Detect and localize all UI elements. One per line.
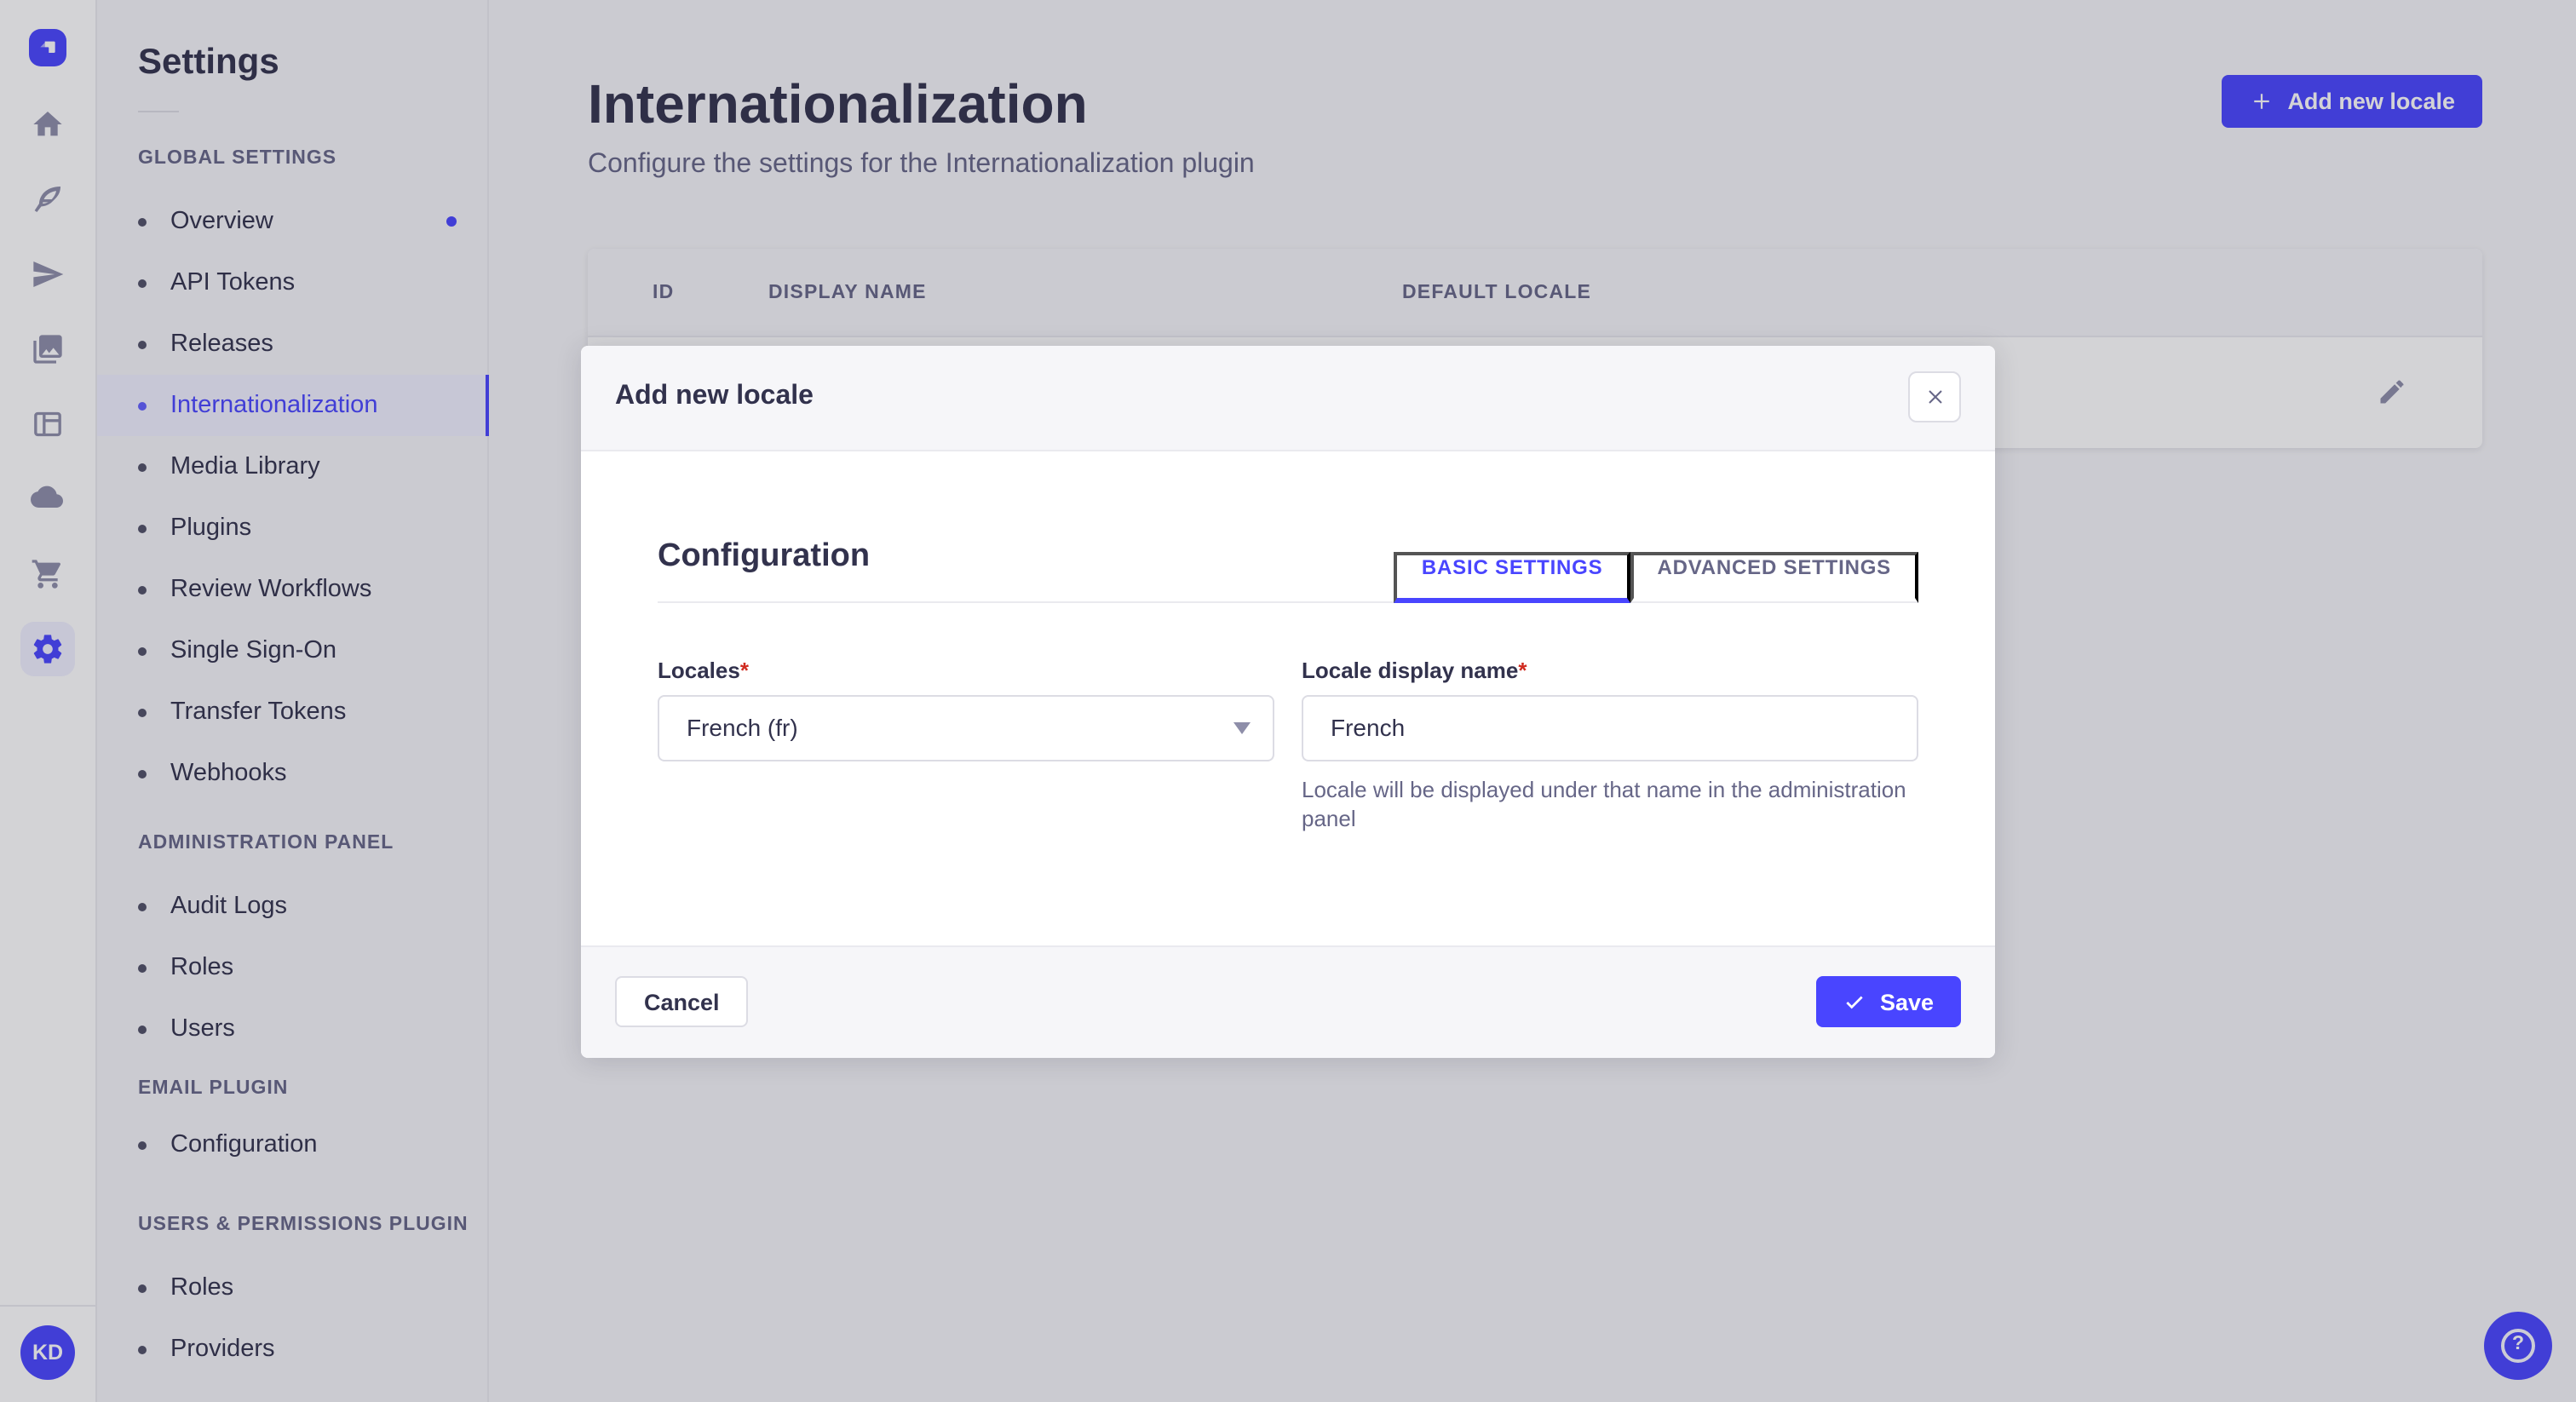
display-name-label: Locale display name* — [1302, 657, 1527, 682]
locales-label: Locales* — [658, 657, 749, 682]
modal-title: Add new locale — [615, 382, 814, 411]
locales-select-value: French (fr) — [687, 714, 798, 741]
modal-footer: Cancel Save — [581, 945, 1995, 1057]
close-icon — [1928, 390, 1941, 404]
strapi-admin: KD Settings GLOBAL SETTINGS Overview API… — [0, 0, 2576, 1402]
display-name-helper-text: Locale will be displayed under that name… — [1302, 776, 1906, 830]
check-icon — [1847, 995, 1864, 1008]
display-name-input[interactable] — [1302, 694, 1918, 761]
modal-wrapper: Add new locale Configuration BASIC SETTI… — [0, 0, 2576, 1402]
configuration-heading: Configuration — [658, 537, 871, 573]
add-locale-modal: Add new locale Configuration BASIC SETTI… — [581, 345, 1995, 1057]
chevron-down-icon — [1233, 721, 1251, 733]
display-name-field: Locale display name* Locale will be disp… — [1302, 657, 1918, 832]
configuration-tab-row: Configuration BASIC SETTINGS ADVANCED SE… — [658, 536, 1918, 602]
save-button[interactable]: Save — [1816, 976, 1961, 1027]
modal-close-button[interactable] — [1908, 371, 1961, 422]
settings-tabs: BASIC SETTINGS ADVANCED SETTINGS — [1394, 551, 1918, 602]
cancel-button[interactable]: Cancel — [615, 976, 749, 1027]
required-asterisk: * — [1518, 657, 1527, 682]
tab-advanced-settings[interactable]: ADVANCED SETTINGS — [1630, 551, 1918, 602]
tab-basic-settings[interactable]: BASIC SETTINGS — [1394, 551, 1630, 602]
form-fields-row: Locales* French (fr) Locale display name… — [658, 657, 1918, 832]
required-asterisk: * — [739, 657, 749, 682]
locales-select[interactable]: French (fr) — [658, 694, 1274, 761]
modal-body: Configuration BASIC SETTINGS ADVANCED SE… — [581, 451, 1995, 945]
modal-header: Add new locale — [581, 345, 1995, 451]
locales-field: Locales* French (fr) — [658, 657, 1274, 832]
